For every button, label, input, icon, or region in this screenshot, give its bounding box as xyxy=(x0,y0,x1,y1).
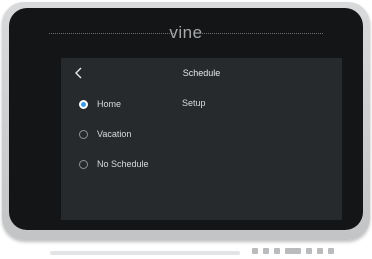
option-no-schedule-label: No Schedule xyxy=(97,159,149,169)
option-no-schedule[interactable]: No Schedule xyxy=(79,157,149,171)
vent-slot xyxy=(274,248,280,254)
device-bezel: vine Schedule Home Setup Vacation No Sch… xyxy=(9,8,363,230)
radio-no-schedule[interactable] xyxy=(79,159,88,169)
option-home[interactable]: Home xyxy=(79,97,121,111)
thermostat-device: vine Schedule Home Setup Vacation No Sch… xyxy=(2,2,370,240)
brand-divider-right xyxy=(198,33,323,34)
radio-vacation[interactable] xyxy=(79,129,88,139)
vent-slot xyxy=(263,248,269,254)
option-vacation[interactable]: Vacation xyxy=(79,127,131,141)
vent-slot xyxy=(285,248,301,254)
brand-divider-left xyxy=(49,33,174,34)
device-base-strip xyxy=(50,251,240,255)
option-home-label: Home xyxy=(97,99,122,109)
vent-slot xyxy=(252,248,258,254)
radio-home[interactable] xyxy=(79,99,88,109)
brand-header: vine xyxy=(9,23,363,43)
option-vacation-label: Vacation xyxy=(97,129,132,139)
page-title: Schedule xyxy=(182,68,221,78)
vent-slot xyxy=(328,248,334,254)
vent-slot xyxy=(317,248,323,254)
vent-grille xyxy=(252,248,334,254)
vent-slot xyxy=(306,248,312,254)
setup-link[interactable]: Setup xyxy=(182,98,206,108)
display-screen: Schedule Home Setup Vacation No Schedule xyxy=(61,58,342,220)
